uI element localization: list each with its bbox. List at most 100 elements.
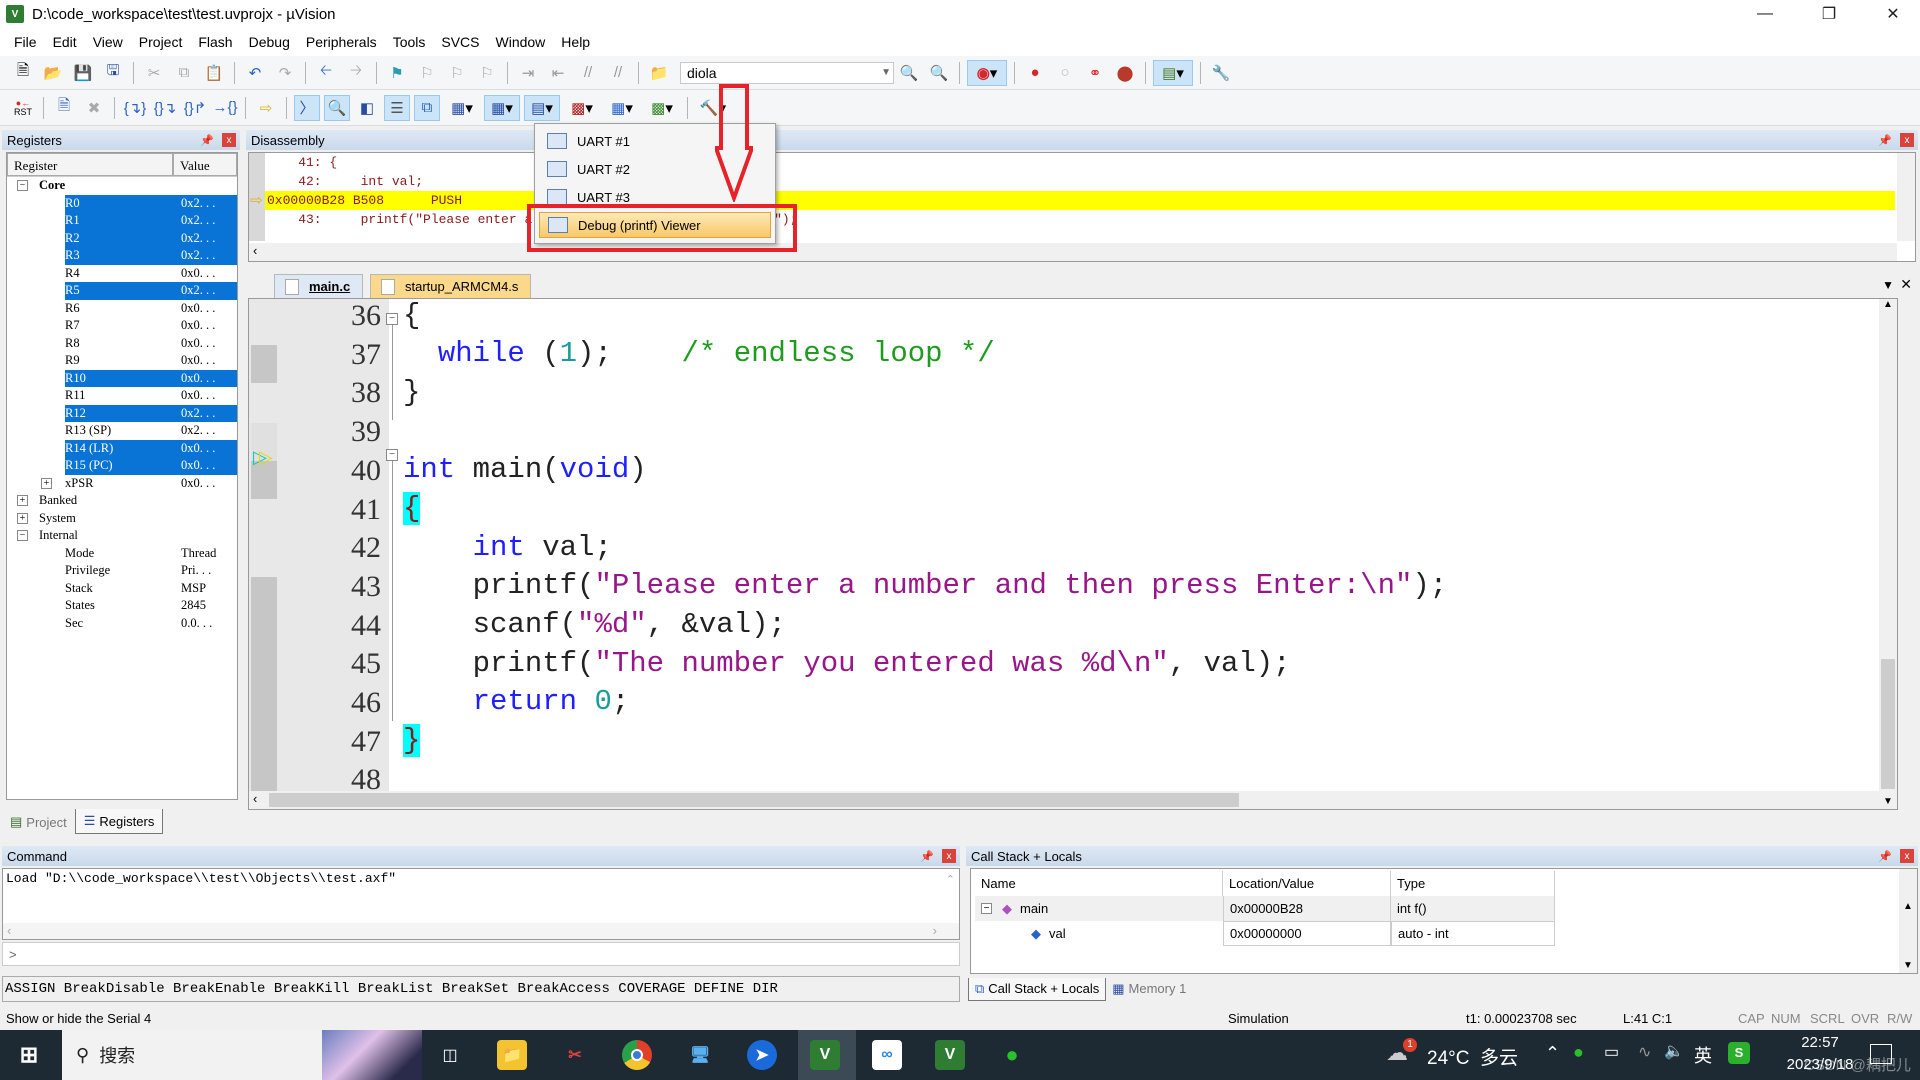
step-into-icon[interactable]: {↴}: [122, 95, 148, 121]
register-row[interactable]: R0 0x2. . .: [7, 194, 237, 212]
uvision-task-icon-2[interactable]: V: [935, 1040, 965, 1070]
minimize-button[interactable]: —: [1742, 0, 1788, 28]
menu-svcs[interactable]: SVCS: [433, 34, 487, 50]
menu-project[interactable]: Project: [131, 34, 191, 50]
menu-file[interactable]: File: [6, 34, 45, 50]
register-row[interactable]: R3 0x2. . .: [7, 247, 237, 265]
feishu-icon[interactable]: ➤: [747, 1040, 777, 1070]
call-stack-window-icon[interactable]: ⧉: [414, 94, 440, 121]
nav-forward-icon[interactable]: 🡢: [343, 60, 369, 86]
column-location[interactable]: Location/Value: [1223, 871, 1391, 896]
table-row[interactable]: − ◆ main 0x00000B28 int f(): [975, 896, 1555, 921]
wechat-tray-icon[interactable]: ●: [1573, 1042, 1584, 1063]
register-row[interactable]: R4 0x0. . .: [7, 265, 237, 283]
snipping-tool-icon[interactable]: ✂: [560, 1040, 590, 1070]
tab-project[interactable]: ▤ Project: [2, 810, 75, 834]
register-row[interactable]: R14 (LR) 0x0. . .: [7, 439, 237, 457]
watch-window-button[interactable]: ▦ ▾: [444, 95, 480, 121]
task-view-icon[interactable]: ◫: [435, 1040, 465, 1070]
new-file-icon[interactable]: 🗎: [10, 60, 36, 86]
weather-text[interactable]: 24°C 多云: [1427, 1043, 1518, 1070]
disasm-vscrollbar[interactable]: [1897, 153, 1915, 241]
code-editor[interactable]: ▷▷ 36 37 38 39 40 41 42 43 44 45 46 47 48 − − { whil…: [248, 298, 1898, 810]
register-row[interactable]: + xPSR 0x0. . .: [7, 475, 237, 493]
copy-icon[interactable]: ⧉: [171, 60, 197, 86]
call-stack-table[interactable]: Name Location/Value Type − ◆ main 0x00000B…: [970, 868, 1918, 974]
command-input[interactable]: >: [2, 942, 960, 966]
menu-debug[interactable]: Debug: [241, 34, 298, 50]
windows-start-icon[interactable]: ⊞: [14, 1040, 44, 1070]
symbols-window-icon[interactable]: ◧: [354, 95, 380, 121]
tab-startup[interactable]: startup_ARMCM4.s: [370, 274, 532, 298]
find-in-files-icon[interactable]: 📁: [646, 60, 672, 86]
unindent-icon[interactable]: ⇤: [545, 60, 571, 86]
tab-list-chevron-icon[interactable]: ▼: [1882, 278, 1894, 292]
internal-row[interactable]: Mode Thread: [7, 545, 237, 563]
wifi-icon[interactable]: ∿: [1638, 1042, 1651, 1062]
disassembly-window-icon[interactable]: 🔍: [324, 94, 350, 121]
serial-window-button[interactable]: ▤ ▾: [524, 94, 560, 121]
close-icon[interactable]: x: [1900, 133, 1914, 147]
run-icon[interactable]: 🗎: [51, 95, 77, 121]
editor-hscrollbar[interactable]: ‹: [249, 791, 1881, 809]
comment-icon[interactable]: //: [575, 60, 601, 86]
pin-icon[interactable]: 📌: [1878, 850, 1892, 863]
menu-help[interactable]: Help: [553, 34, 598, 50]
register-row[interactable]: R8 0x0. . .: [7, 335, 237, 353]
scroll-up-icon[interactable]: ⌃: [946, 873, 955, 886]
show-next-statement-icon[interactable]: ⇨: [253, 95, 279, 121]
wechat-icon[interactable]: ●: [997, 1040, 1027, 1070]
prev-bookmark-icon[interactable]: ⚐: [414, 60, 440, 86]
disable-breakpoint-icon[interactable]: ○: [1052, 60, 1078, 86]
fold-toggle[interactable]: −: [386, 449, 398, 461]
system-viewer-button[interactable]: ▩ ▾: [644, 95, 680, 121]
save-all-icon[interactable]: 🖫: [100, 60, 126, 86]
tree-group-system[interactable]: + System: [7, 510, 237, 528]
disable-all-breakpoints-icon[interactable]: ⚭: [1082, 60, 1108, 86]
expand-icon[interactable]: +: [41, 477, 52, 489]
internal-row[interactable]: States 2845: [7, 597, 237, 615]
redo-icon[interactable]: ↷: [272, 60, 298, 86]
close-icon[interactable]: x: [942, 849, 956, 863]
notification-icon[interactable]: [1870, 1044, 1892, 1064]
pin-icon[interactable]: 📌: [920, 850, 934, 863]
register-row[interactable]: R2 0x2. . .: [7, 229, 237, 247]
volume-icon[interactable]: 🔈: [1664, 1041, 1684, 1061]
search-box[interactable]: ⚲ 搜索: [62, 1030, 422, 1080]
baidu-netdisk-icon[interactable]: ∞: [872, 1040, 902, 1070]
indent-icon[interactable]: ⇥: [515, 60, 541, 86]
tab-registers[interactable]: ☰ Registers: [74, 809, 164, 834]
registers-tree[interactable]: Register Value − Core R0 0x2. . . R1 0x2. . …: [6, 152, 238, 800]
pin-icon[interactable]: 📌: [1878, 134, 1892, 147]
open-file-icon[interactable]: 📂: [40, 60, 66, 86]
remote-desktop-icon[interactable]: 🖥: [685, 1040, 715, 1070]
register-row[interactable]: R12 0x2. . .: [7, 404, 237, 422]
find-combo[interactable]: diola ▼: [680, 61, 894, 84]
tree-group-internal[interactable]: − Internal: [7, 527, 237, 545]
column-value[interactable]: Value: [173, 153, 237, 176]
kill-all-breakpoints-icon[interactable]: ⬤: [1112, 60, 1138, 86]
command-window-icon[interactable]: 〉: [294, 94, 320, 121]
bookmark-icon[interactable]: ⚑: [384, 60, 410, 86]
menu-edit[interactable]: Edit: [45, 34, 85, 50]
register-row[interactable]: R5 0x2. . .: [7, 282, 237, 300]
tree-group-core[interactable]: − Core: [7, 177, 237, 195]
register-row[interactable]: R9 0x0. . .: [7, 352, 237, 370]
tab-memory-1[interactable]: ▦ Memory 1: [1106, 978, 1192, 1001]
uncomment-icon[interactable]: //: [605, 60, 631, 86]
nav-back-icon[interactable]: 🡠: [313, 60, 339, 86]
paste-icon[interactable]: 📋: [201, 60, 227, 86]
incremental-find-icon[interactable]: 🔍: [926, 60, 952, 86]
step-out-icon[interactable]: {}↱: [182, 95, 208, 121]
next-bookmark-icon[interactable]: ⚐: [444, 60, 470, 86]
menu-window[interactable]: Window: [488, 34, 554, 50]
close-button[interactable]: ✕: [1870, 0, 1916, 28]
disasm-hscrollbar[interactable]: ‹: [249, 243, 1897, 261]
ime-indicator[interactable]: 英: [1694, 1042, 1712, 1068]
stop-icon[interactable]: ✖: [81, 95, 107, 121]
column-name[interactable]: Name: [975, 871, 1223, 896]
configure-icon[interactable]: 🔧: [1208, 60, 1234, 86]
register-row[interactable]: R11 0x0. . .: [7, 387, 237, 405]
column-register[interactable]: Register: [7, 153, 173, 176]
menu-view[interactable]: View: [85, 34, 131, 50]
